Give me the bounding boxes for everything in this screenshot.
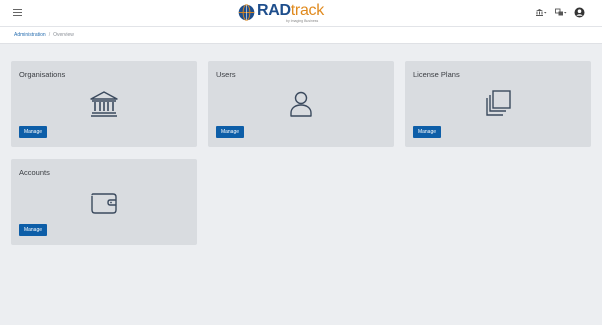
bank-icon <box>90 91 118 117</box>
breadcrumb-current: Overview <box>53 32 74 38</box>
breadcrumb-item-administration[interactable]: Administration <box>14 32 46 38</box>
logo-text-main: RAD <box>257 2 291 19</box>
card-accounts: Accounts Manage <box>11 159 197 245</box>
manage-license-plans-button[interactable]: Manage <box>413 126 441 138</box>
hamburger-icon[interactable] <box>13 9 22 17</box>
manage-organisations-button[interactable]: Manage <box>19 126 47 138</box>
logo-text-accent: track <box>290 2 324 19</box>
top-navbar: RADtrack by Imaging Business <box>0 0 602 27</box>
card-title: License Plans <box>413 70 460 79</box>
language-dropdown-icon[interactable] <box>555 8 567 17</box>
user-icon <box>290 91 312 117</box>
card-license-plans: License Plans Manage <box>405 61 591 147</box>
logo-wordmark: RADtrack <box>257 2 324 20</box>
wallet-icon <box>91 193 117 214</box>
logo-tagline: by Imaging Business <box>286 19 319 23</box>
breadcrumb: Administration / Overview <box>14 27 74 43</box>
card-users: Users Manage <box>208 61 394 147</box>
card-title: Organisations <box>19 70 66 79</box>
institution-dropdown-icon[interactable] <box>535 8 547 17</box>
globe-icon <box>238 4 255 21</box>
manage-accounts-button[interactable]: Manage <box>19 224 47 236</box>
manage-users-button[interactable]: Manage <box>216 126 244 138</box>
card-organisations: Organisations Manage <box>11 61 197 147</box>
breadcrumb-bar: Administration / Overview <box>0 27 602 44</box>
card-title: Users <box>216 70 236 79</box>
copy-icon <box>486 90 511 116</box>
user-account-icon[interactable] <box>574 7 585 18</box>
card-title: Accounts <box>19 168 50 177</box>
breadcrumb-separator: / <box>48 32 51 38</box>
